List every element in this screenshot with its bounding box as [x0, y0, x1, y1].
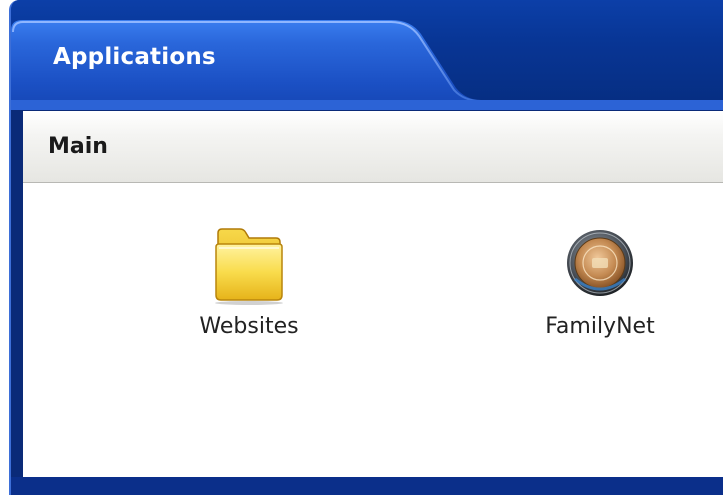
- section-title[interactable]: Main: [48, 134, 108, 159]
- app-item-websites[interactable]: Websites: [174, 225, 324, 339]
- app-label-websites: Websites: [199, 314, 299, 339]
- app-item-familynet[interactable]: FamilyNet: [525, 225, 675, 339]
- title-bar: Applications: [11, 0, 723, 110]
- app-grid: Websites FamilyNet: [23, 183, 723, 477]
- folder-icon[interactable]: [204, 225, 294, 305]
- window-bottom-border: [11, 477, 723, 495]
- app-label-familynet: FamilyNet: [545, 314, 655, 339]
- applications-window: Applications Main Websites FamilyNet: [9, 0, 723, 495]
- section-header: Main: [23, 111, 723, 183]
- applications-tab[interactable]: Applications: [53, 44, 216, 70]
- familynet-seal-icon[interactable]: [555, 225, 645, 305]
